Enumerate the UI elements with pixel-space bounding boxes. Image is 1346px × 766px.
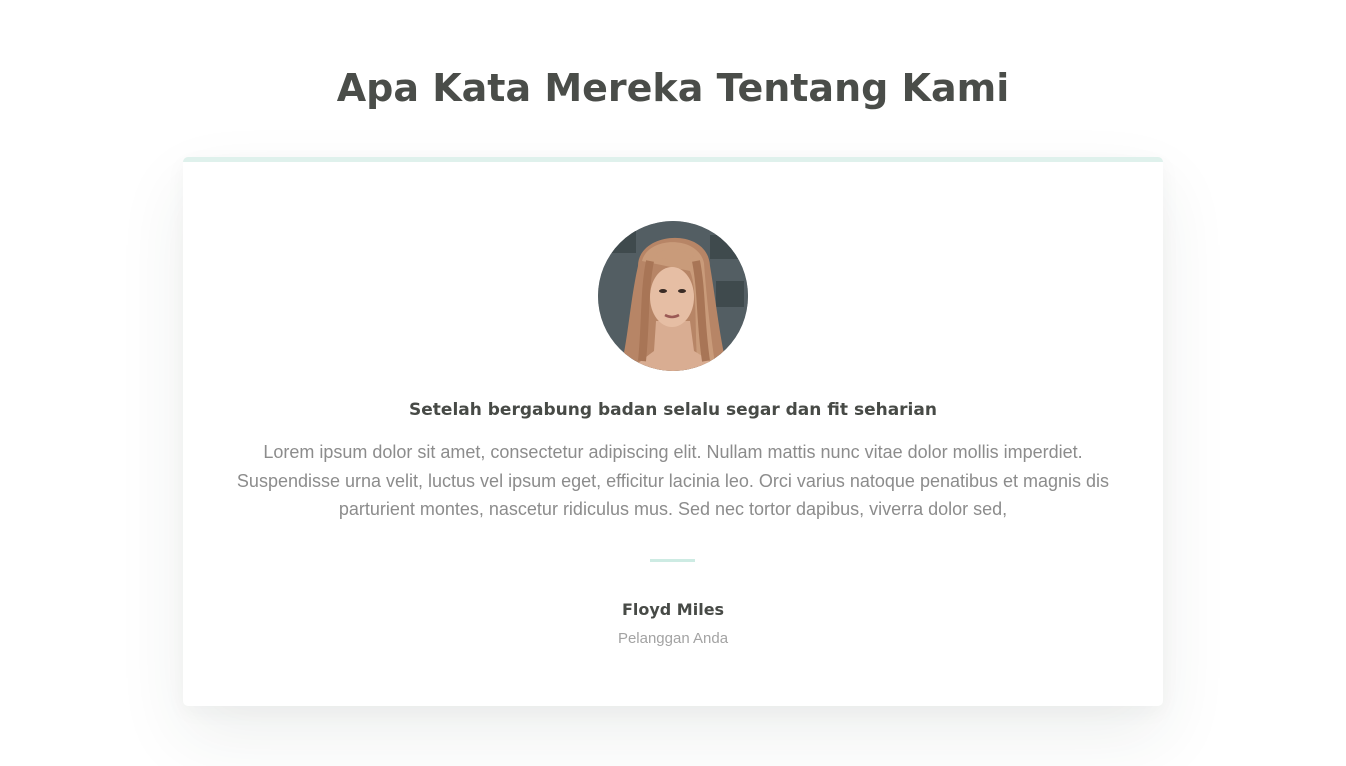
testimonial-card: Setelah bergabung badan selalu segar dan… [183, 157, 1163, 706]
author-name: Floyd Miles [621, 600, 725, 619]
avatar [598, 221, 748, 371]
author-role: Pelanggan Anda [617, 630, 729, 647]
divider [650, 559, 695, 562]
testimonial-section: Apa Kata Mereka Tentang Kami Setelah ber… [0, 0, 1346, 766]
testimonial-headline: Setelah bergabung badan selalu segar dan… [409, 400, 937, 420]
testimonial-quote: Lorem ipsum dolor sit amet, consectetur … [236, 442, 1110, 519]
avatar-photo-icon [598, 221, 748, 371]
section-title: Apa Kata Mereka Tentang Kami [336, 66, 1010, 110]
